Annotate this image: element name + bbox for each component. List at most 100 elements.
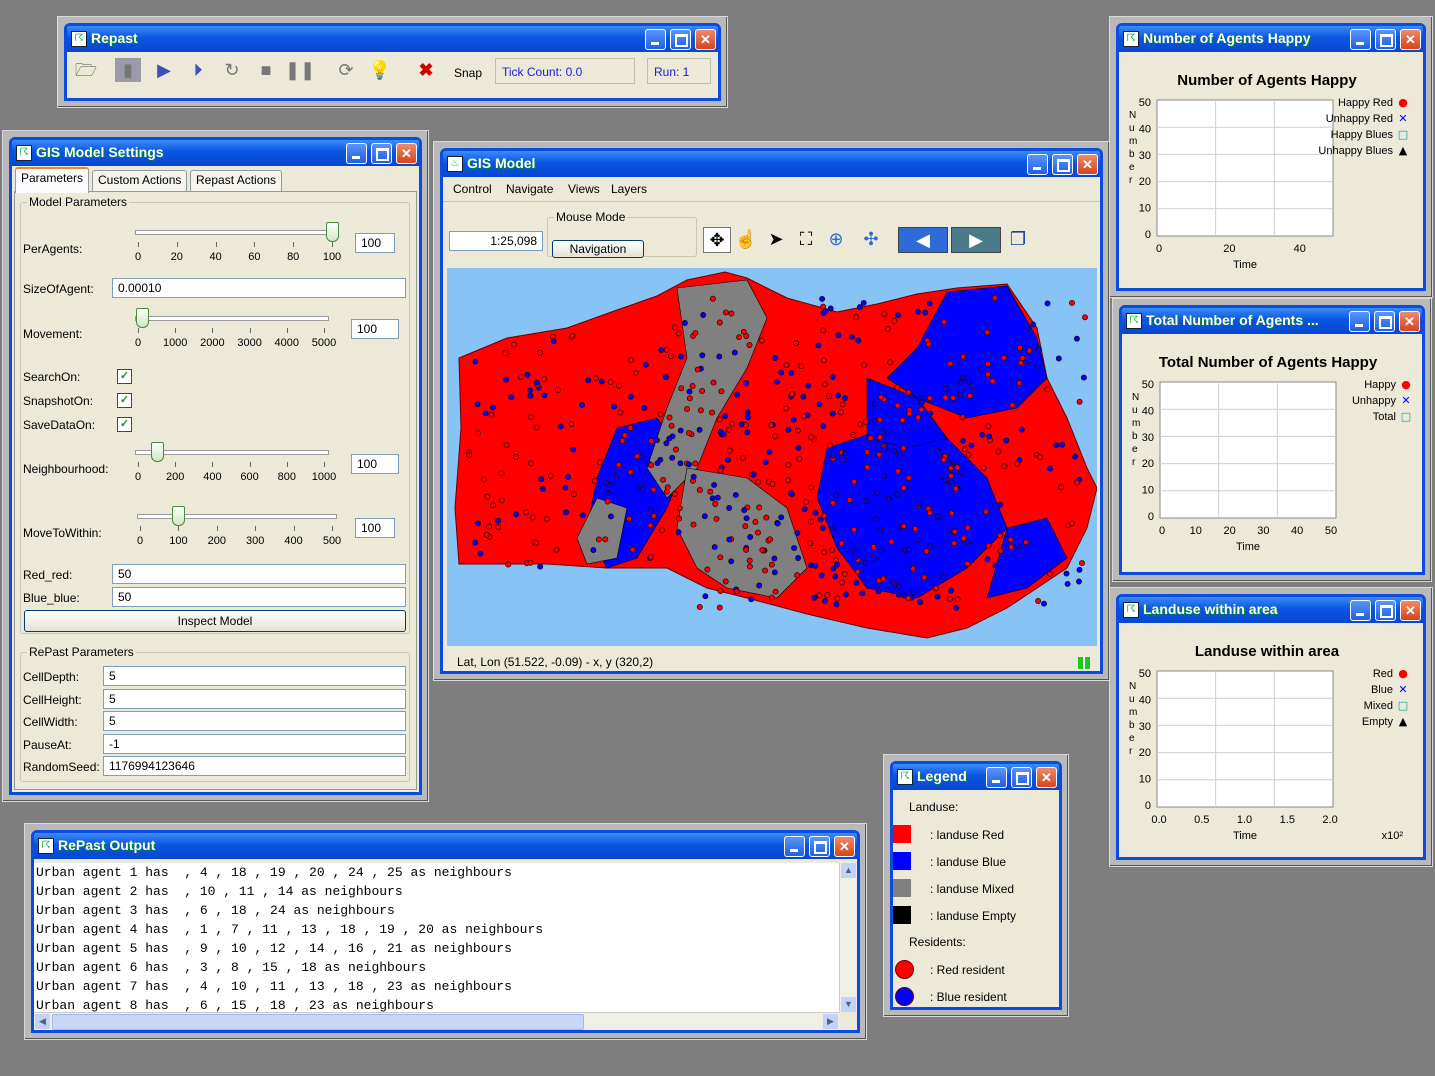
pause-icon[interactable]: ❚❚ xyxy=(285,58,315,82)
slider-thumb[interactable] xyxy=(172,506,186,526)
slider-thumb[interactable] xyxy=(326,222,339,242)
close-button[interactable]: ✕ xyxy=(1399,311,1420,332)
cell-height-field[interactable] xyxy=(103,689,406,709)
search-on-checkbox[interactable]: ✓ xyxy=(117,369,132,384)
scale-field[interactable] xyxy=(449,231,543,251)
zoom-icon[interactable]: ⊕ xyxy=(823,227,849,251)
minimize-button[interactable] xyxy=(346,143,367,164)
tab-parameters[interactable]: Parameters xyxy=(15,167,90,193)
minimize-button[interactable] xyxy=(1349,311,1370,332)
horizontal-scroll-thumb[interactable] xyxy=(52,1014,584,1030)
cell-depth-field[interactable] xyxy=(103,666,406,686)
vertical-scrollbar[interactable]: ▲ ▼ xyxy=(839,863,857,1012)
maximize-button[interactable] xyxy=(670,29,691,50)
menu-views[interactable]: Views xyxy=(568,182,600,196)
maximize-button[interactable] xyxy=(1011,767,1032,788)
minimize-button[interactable] xyxy=(1350,29,1371,50)
minimize-button[interactable] xyxy=(1027,154,1048,175)
menu-navigate[interactable]: Navigate xyxy=(506,182,553,196)
maximize-button[interactable] xyxy=(809,836,830,857)
slider-thumb[interactable] xyxy=(135,308,149,328)
close-button[interactable]: ✕ xyxy=(1400,29,1421,50)
repast-titlebar[interactable]: ☈ Repast ✕ xyxy=(67,26,718,52)
step-icon[interactable]: ⏵ xyxy=(185,58,211,82)
close-button[interactable]: ✕ xyxy=(834,836,855,857)
pan-icon[interactable]: ✥ xyxy=(703,227,731,253)
snapshot-on-checkbox[interactable]: ✓ xyxy=(117,393,132,408)
minimize-button[interactable] xyxy=(1350,600,1371,621)
menu-control[interactable]: Control xyxy=(453,182,492,196)
start-icon[interactable]: ▶ xyxy=(151,58,177,82)
minimize-button[interactable] xyxy=(986,767,1007,788)
blue-blue-field[interactable] xyxy=(112,587,406,607)
save-data-on-checkbox[interactable]: ✓ xyxy=(117,417,132,432)
pause-at-field[interactable] xyxy=(103,734,406,754)
settings-titlebar[interactable]: ☈ GIS Model Settings ✕ xyxy=(12,140,419,166)
movement-slider[interactable]: 0 1000 2000 3000 4000 5000 xyxy=(135,308,336,354)
resident-dot xyxy=(863,497,870,504)
forward-icon[interactable]: ▶ xyxy=(951,227,1001,253)
per-agents-field[interactable] xyxy=(355,233,395,253)
full-extent-icon[interactable]: ⛶ xyxy=(793,227,819,251)
exit-icon[interactable]: ✖ xyxy=(413,58,439,82)
menu-layers[interactable]: Layers xyxy=(611,182,647,196)
close-button[interactable]: ✕ xyxy=(695,29,716,50)
scroll-up-icon[interactable]: ▲ xyxy=(841,863,856,878)
horizontal-scrollbar[interactable]: ◀ ▶ xyxy=(34,1012,839,1030)
movement-field[interactable] xyxy=(351,319,399,339)
random-seed-field[interactable] xyxy=(103,756,406,776)
output-textarea[interactable]: Urban agent 1 has , 4 , 18 , 19 , 20 , 2… xyxy=(34,863,839,1012)
initialize-icon[interactable]: ↻ xyxy=(219,58,245,82)
slider-track[interactable] xyxy=(135,450,329,455)
red-red-field[interactable] xyxy=(112,564,406,584)
layers-icon[interactable]: ❐ xyxy=(1005,227,1031,251)
tab-custom-actions[interactable]: Custom Actions xyxy=(92,170,188,191)
chart-titlebar[interactable]: ☈ Total Number of Agents ... ✕ xyxy=(1122,308,1422,334)
close-button[interactable]: ✕ xyxy=(396,143,417,164)
close-button[interactable]: ✕ xyxy=(1077,154,1098,175)
tab-repast-actions[interactable]: Repast Actions xyxy=(190,170,283,191)
minimize-button[interactable] xyxy=(645,29,666,50)
output-titlebar[interactable]: ☈ RePast Output ✕ xyxy=(34,833,857,859)
chart-titlebar[interactable]: ☈ Landuse within area ✕ xyxy=(1119,597,1423,623)
gis-map[interactable] xyxy=(447,268,1097,646)
lightbulb-icon[interactable]: 💡 xyxy=(367,58,393,82)
pan-directions-icon[interactable]: ✣ xyxy=(851,227,891,251)
scroll-right-icon[interactable]: ▶ xyxy=(823,1014,838,1029)
reset-icon[interactable]: ⟳ xyxy=(333,58,359,82)
open-folder-icon[interactable]: 🗁 xyxy=(73,58,99,82)
close-button[interactable]: ✕ xyxy=(1036,767,1057,788)
back-icon[interactable]: ◀ xyxy=(898,227,948,253)
maximize-button[interactable] xyxy=(1375,600,1396,621)
cell-width-field[interactable] xyxy=(103,711,406,731)
snap-button[interactable]: Snap xyxy=(454,66,482,80)
slider-thumb[interactable] xyxy=(150,442,164,462)
size-of-agent-field[interactable] xyxy=(112,278,406,298)
setup-icon[interactable]: ▮ xyxy=(115,58,141,82)
hand-icon[interactable]: ☝ xyxy=(733,227,759,251)
legend-titlebar[interactable]: ☈ Legend ✕ xyxy=(893,764,1059,790)
maximize-button[interactable] xyxy=(1375,29,1396,50)
neighbourhood-slider[interactable]: 0 200 400 600 800 1000 xyxy=(135,442,336,488)
scroll-left-icon[interactable]: ◀ xyxy=(35,1014,50,1029)
maximize-button[interactable] xyxy=(1052,154,1073,175)
stop-icon[interactable]: ■ xyxy=(253,58,279,82)
maximize-button[interactable] xyxy=(371,143,392,164)
pointer-icon[interactable]: ➤ xyxy=(763,227,789,251)
neighbourhood-field[interactable] xyxy=(351,454,399,474)
slider-track[interactable] xyxy=(135,316,329,321)
close-button[interactable]: ✕ xyxy=(1400,600,1421,621)
per-agents-slider[interactable]: 0 20 40 60 80 100 xyxy=(135,222,341,268)
maximize-button[interactable] xyxy=(1374,311,1395,332)
resident-dot xyxy=(798,363,805,369)
scroll-down-icon[interactable]: ▼ xyxy=(841,997,856,1012)
gis-model-titlebar[interactable]: ♨ GIS Model ✕ xyxy=(443,151,1100,177)
minimize-button[interactable] xyxy=(784,836,805,857)
chart-titlebar[interactable]: ☈ Number of Agents Happy ✕ xyxy=(1119,26,1423,52)
inspect-model-button[interactable]: Inspect Model xyxy=(24,610,406,632)
slider-track[interactable] xyxy=(135,230,337,235)
slider-track[interactable] xyxy=(137,514,337,519)
move-to-within-slider[interactable]: 0 100 200 300 400 500 xyxy=(137,506,341,552)
move-to-within-field[interactable] xyxy=(355,518,395,538)
navigation-button[interactable]: Navigation xyxy=(552,240,644,258)
